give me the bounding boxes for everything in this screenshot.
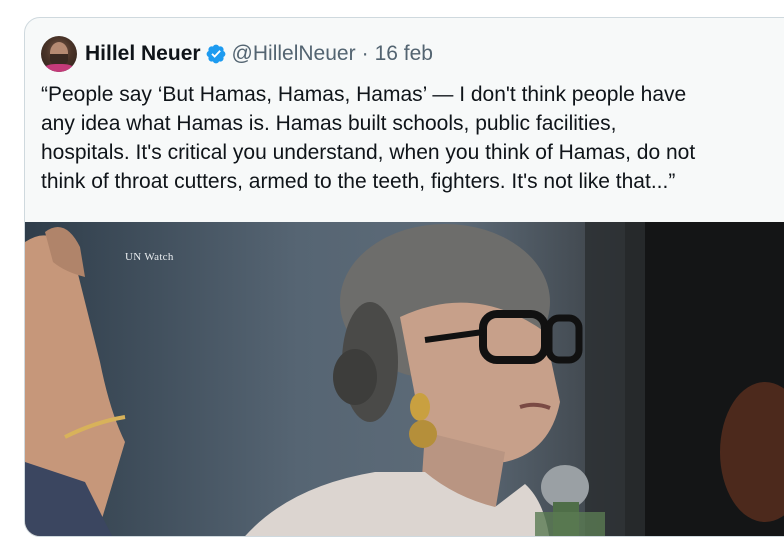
- author-handle[interactable]: @HillelNeuer: [232, 42, 356, 66]
- quoted-tweet-card[interactable]: Hillel Neuer @HillelNeuer · 16 feb “Peop…: [24, 17, 784, 537]
- verified-badge-icon: [205, 43, 227, 65]
- separator-dot: ·: [361, 42, 369, 65]
- video-frame-illustration: [25, 222, 784, 536]
- tweet-text-line: think of throat cutters, armed to the te…: [41, 170, 676, 193]
- tweet-text-line: “People say ‘But Hamas, Hamas, Hamas’ — …: [41, 83, 687, 106]
- tweet-text-line: any idea what Hamas is. Hamas built scho…: [41, 112, 617, 135]
- author-avatar[interactable]: [41, 36, 77, 72]
- author-name[interactable]: Hillel Neuer: [85, 42, 201, 66]
- quoted-tweet-header: Hillel Neuer @HillelNeuer · 16 feb: [41, 36, 433, 72]
- tweet-text-line: hospitals. It's critical you understand,…: [41, 141, 696, 164]
- quoted-tweet-text: “People say ‘But Hamas, Hamas, Hamas’ — …: [41, 80, 784, 196]
- tweet-video-media[interactable]: UN Watch: [25, 222, 784, 536]
- video-watermark: UN Watch: [125, 251, 174, 263]
- tweet-date[interactable]: 16 feb: [375, 42, 433, 66]
